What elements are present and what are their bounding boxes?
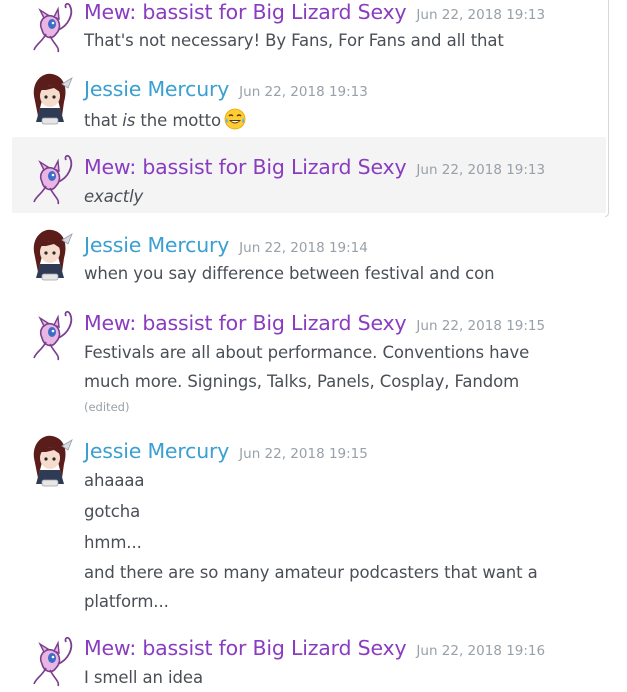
avatar[interactable]: [24, 70, 80, 126]
joy-emoji-icon[interactable]: [224, 108, 246, 130]
mew-avatar-icon: [33, 154, 73, 205]
jessie-avatar-icon: [33, 229, 73, 281]
message-text: gotcha: [84, 502, 141, 521]
scrollbar[interactable]: [605, 0, 609, 217]
message-text: platform...: [84, 592, 169, 611]
avatar[interactable]: [24, 432, 80, 488]
mew-avatar-icon: [33, 310, 73, 361]
edited-label: (edited): [84, 400, 130, 414]
message-text: ahaaaa: [84, 471, 145, 490]
timestamp: Jun 22, 2018 19:15: [416, 318, 546, 334]
username[interactable]: Jessie Mercury: [84, 233, 229, 257]
message-text: when you say difference between festival…: [84, 264, 495, 283]
username[interactable]: Mew: bassist for Big Lizard Sexy: [84, 636, 407, 660]
avatar[interactable]: [20, 634, 76, 690]
message-header: Mew: bassist for Big Lizard Sexy Jun 22,…: [84, 155, 545, 179]
italic-text: is: [122, 111, 136, 130]
timestamp: Jun 22, 2018 19:13: [416, 7, 546, 23]
timestamp: Jun 22, 2018 19:13: [416, 162, 546, 178]
italic-text: exactly: [84, 187, 144, 206]
timestamp: Jun 22, 2018 19:15: [239, 446, 368, 462]
avatar[interactable]: [20, 152, 76, 208]
avatar[interactable]: [20, 308, 76, 364]
username[interactable]: Mew: bassist for Big Lizard Sexy: [84, 311, 407, 335]
message-text: and there are so many amateur podcasters…: [84, 563, 538, 582]
message-header: Jessie Mercury Jun 22, 2018 19:14: [84, 233, 368, 257]
timestamp: Jun 22, 2018 19:13: [239, 84, 368, 100]
message-text: That's not necessary! By Fans, For Fans …: [84, 31, 504, 50]
avatar[interactable]: [24, 226, 80, 282]
username[interactable]: Jessie Mercury: [84, 77, 229, 101]
jessie-avatar-icon: [33, 73, 73, 125]
timestamp: Jun 22, 2018 19:14: [239, 240, 368, 256]
message-header: Jessie Mercury Jun 22, 2018 19:13: [84, 77, 368, 101]
username[interactable]: Mew: bassist for Big Lizard Sexy: [84, 0, 407, 24]
message-text: exactly: [84, 187, 143, 206]
message-text: I smell an idea: [84, 668, 203, 687]
message-header: Jessie Mercury Jun 22, 2018 19:15: [84, 439, 368, 463]
message-header: Mew: bassist for Big Lizard Sexy Jun 22,…: [84, 311, 545, 335]
avatar[interactable]: [20, 0, 76, 56]
message-text: Festivals are all about performance. Con…: [84, 343, 530, 362]
jessie-avatar-icon: [33, 435, 73, 487]
message-text: much more. Signings, Talks, Panels, Cosp…: [84, 372, 520, 391]
message-text: that is the motto: [84, 108, 246, 130]
text-segment: that: [84, 111, 123, 130]
mew-avatar-icon: [33, 636, 73, 687]
message-header: Mew: bassist for Big Lizard Sexy Jun 22,…: [84, 0, 545, 24]
username[interactable]: Jessie Mercury: [84, 439, 229, 463]
timestamp: Jun 22, 2018 19:16: [416, 643, 546, 659]
message-header: Mew: bassist for Big Lizard Sexy Jun 22,…: [84, 636, 545, 660]
message-text: hmm...: [84, 533, 142, 552]
text-segment: the motto: [135, 111, 222, 130]
username[interactable]: Mew: bassist for Big Lizard Sexy: [84, 155, 407, 179]
chat-messages: Mew: bassist for Big Lizard Sexy Jun 22,…: [0, 0, 627, 692]
mew-avatar-icon: [33, 2, 73, 53]
